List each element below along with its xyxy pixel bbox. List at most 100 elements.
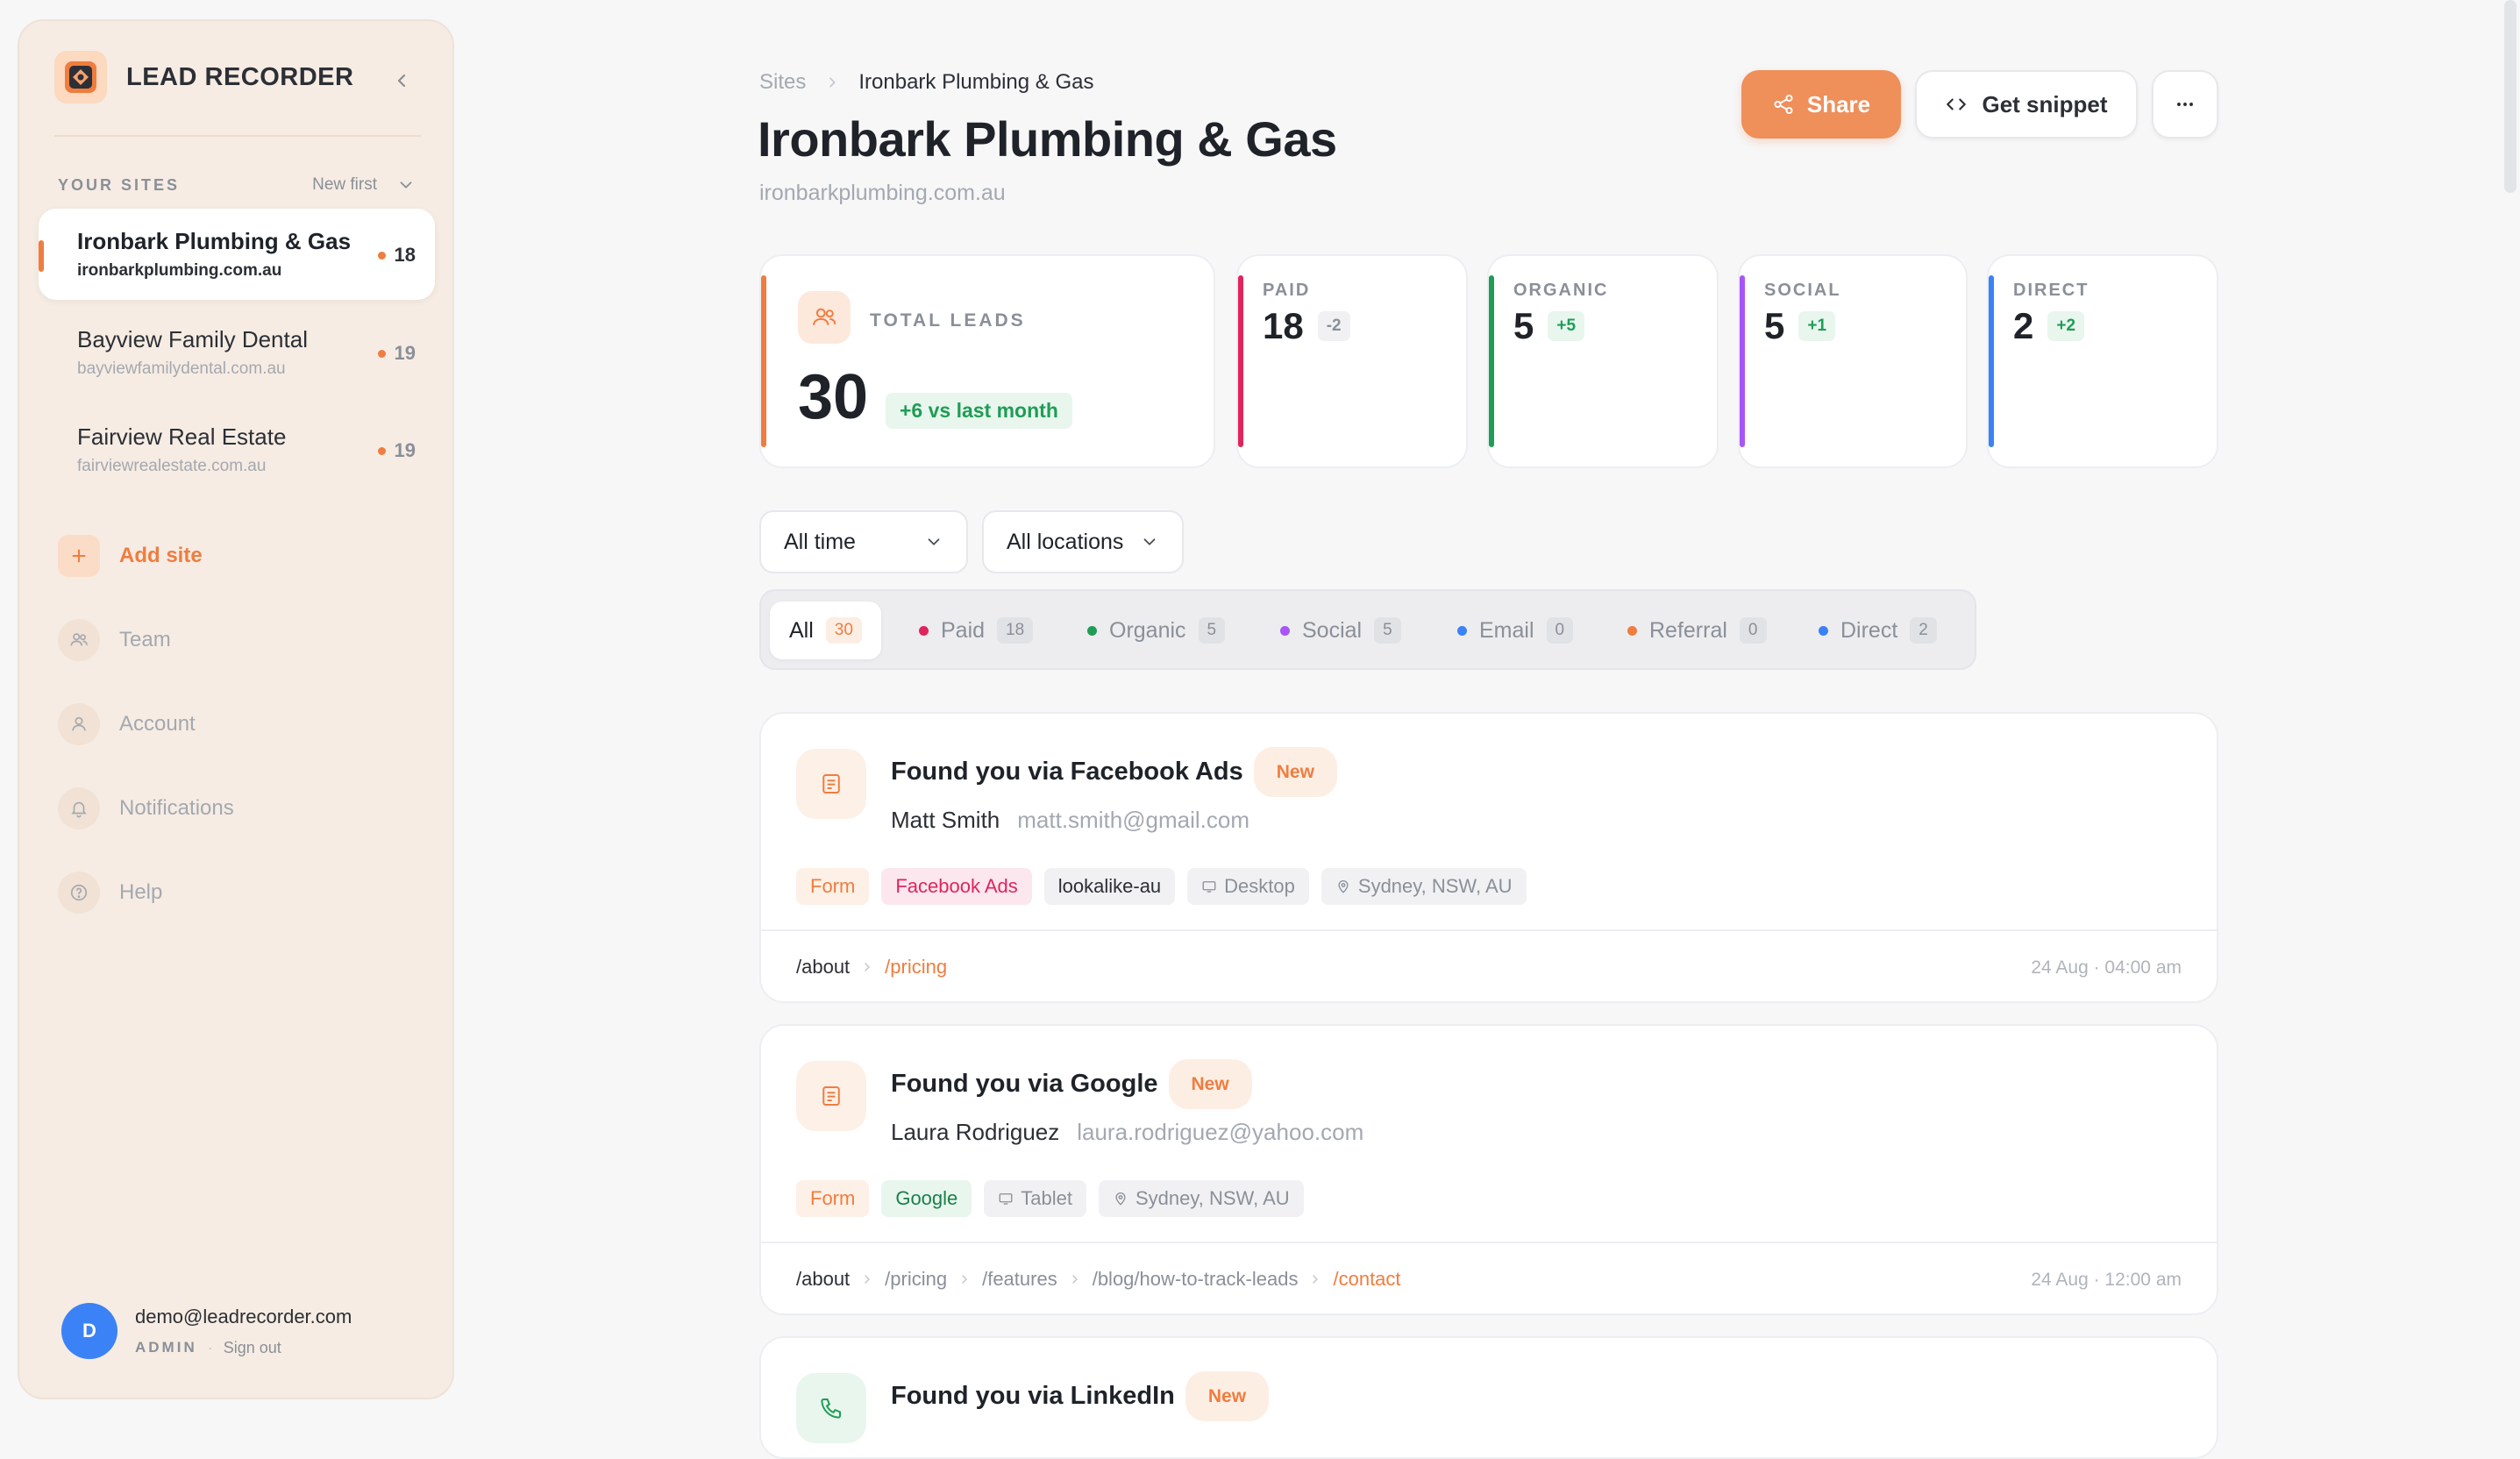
stat-label: SOCIAL — [1764, 281, 1841, 300]
tab-count: 5 — [1374, 617, 1401, 644]
site-item-fairview[interactable]: Fairview Real Estate fairviewrealestate.… — [39, 404, 435, 495]
lead-title-row: Found you via Facebook Ads New — [891, 747, 1337, 797]
avatar[interactable]: D — [61, 1303, 117, 1359]
time-range-select[interactable]: All time — [759, 510, 968, 573]
location-select[interactable]: All locations — [982, 510, 1184, 573]
site-domain: fairviewrealestate.com.au — [77, 457, 267, 475]
lead-contact: Laura Rodriguez laura.rodriguez@yahoo.co… — [891, 1119, 1363, 1146]
stat-value: 5 — [1764, 305, 1785, 346]
card-accent-bar — [1740, 275, 1745, 447]
chevron-right-icon — [1070, 1274, 1080, 1285]
nav-item-notifications[interactable]: Notifications — [58, 787, 234, 829]
sort-label[interactable]: New first — [312, 175, 377, 195]
stat-card-paid[interactable]: PAID 18 -2 — [1236, 254, 1468, 468]
tab-count: 0 — [1739, 617, 1767, 644]
page-path: /about /pricing /features /blog/how-to-t… — [796, 1268, 1401, 1291]
stat-delta: -2 — [1317, 311, 1350, 341]
share-button[interactable]: Share — [1741, 70, 1901, 139]
page-domain: ironbarkplumbing.com.au — [759, 181, 1006, 205]
user-icon — [58, 703, 100, 745]
lead-card[interactable]: Found you via Google New Laura Rodriguez… — [759, 1024, 2218, 1315]
path-segment: /about — [796, 956, 851, 978]
lead-title-row: Found you via LinkedIn New — [891, 1371, 1270, 1421]
new-badge: New — [1185, 1371, 1270, 1421]
monitor-icon — [1202, 881, 1216, 893]
more-options-button[interactable] — [2152, 70, 2218, 139]
stat-value: 18 — [1263, 305, 1304, 346]
tab-label: Paid — [941, 617, 986, 643]
chevron-down-icon — [924, 532, 943, 552]
card-accent-bar — [1489, 275, 1494, 447]
lead-email[interactable]: matt.smith@gmail.com — [1017, 807, 1249, 834]
tab-email[interactable]: Email 0 — [1457, 601, 1574, 659]
snippet-label: Get snippet — [1982, 90, 2108, 117]
tab-direct[interactable]: Direct 2 — [1819, 601, 1937, 659]
stat-card-social[interactable]: SOCIAL 5 +1 — [1738, 254, 1968, 468]
lead-name: Laura Rodriguez — [891, 1119, 1060, 1145]
add-site-button[interactable]: Add site — [58, 535, 203, 577]
stat-value: 2 — [2013, 305, 2034, 346]
tag-location: Sydney, NSW, AU — [1321, 868, 1527, 905]
tab-referral[interactable]: Referral 0 — [1627, 601, 1767, 659]
lead-title: Found you via Google — [891, 1070, 1158, 1098]
tab-paid[interactable]: Paid 18 — [919, 601, 1034, 659]
site-domain: ironbarkplumbing.com.au — [77, 261, 282, 280]
lead-title: Found you via Facebook Ads — [891, 758, 1243, 786]
status-dot — [377, 349, 386, 358]
tag-device: Desktop — [1187, 868, 1309, 905]
path-segment: /contact — [1333, 1268, 1401, 1290]
lead-card[interactable]: Found you via Facebook Ads New Matt Smit… — [759, 712, 2218, 1003]
path-segment: /features — [982, 1268, 1057, 1290]
source-tabs: All 30 Paid 18 Organic 5 Social 5 Email … — [759, 589, 1976, 670]
breadcrumb-current: Ironbark Plumbing & Gas — [858, 70, 1094, 94]
lead-card[interactable]: Found you via LinkedIn New — [759, 1336, 2218, 1459]
lead-email[interactable]: laura.rodriguez@yahoo.com — [1077, 1119, 1363, 1146]
nav-item-team[interactable]: Team — [58, 619, 171, 661]
nav-item-account[interactable]: Account — [58, 703, 196, 745]
tab-label: Email — [1479, 617, 1534, 643]
brand[interactable]: LEAD RECORDER — [54, 51, 353, 103]
stat-card-organic[interactable]: ORGANIC 5 +5 — [1487, 254, 1719, 468]
user-role: ADMIN — [135, 1339, 197, 1356]
lead-tags: Form Google Tablet Sydney, NSW, AU — [796, 1180, 1316, 1217]
site-item-ironbark[interactable]: Ironbark Plumbing & Gas ironbarkplumbing… — [39, 209, 435, 300]
stat-delta: +5 — [1548, 311, 1585, 341]
tag-device: Tablet — [984, 1180, 1086, 1217]
card-accent-bar — [761, 275, 766, 447]
chevron-right-icon — [862, 962, 872, 972]
status-dot — [377, 446, 386, 455]
map-pin-icon — [1338, 880, 1349, 893]
lead-tags: Form Facebook Ads lookalike-au Desktop S… — [796, 868, 1539, 905]
scrollbar[interactable] — [2504, 0, 2516, 193]
total-leads-label: TOTAL LEADS — [870, 310, 1026, 331]
nav-item-help[interactable]: Help — [58, 872, 162, 914]
status-dot — [1280, 625, 1290, 636]
site-item-bayview[interactable]: Bayview Family Dental bayviewfamilydenta… — [39, 307, 435, 398]
collapse-sidebar-icon[interactable] — [391, 70, 412, 91]
stat-row: 2 +2 — [2013, 305, 2085, 347]
tab-label: Social — [1302, 617, 1363, 643]
tab-organic[interactable]: Organic 5 — [1087, 601, 1226, 659]
tag-type: Form — [796, 1180, 870, 1217]
lead-divider — [761, 1242, 2217, 1243]
tag-source: Facebook Ads — [881, 868, 1032, 905]
tab-social[interactable]: Social 5 — [1280, 601, 1401, 659]
tab-all[interactable]: All 30 — [770, 601, 881, 659]
chevron-down-icon[interactable] — [396, 175, 416, 195]
lead-name: Matt Smith — [891, 807, 1000, 833]
breadcrumb-sites[interactable]: Sites — [759, 70, 806, 95]
phone-icon — [796, 1373, 866, 1443]
site-count-value: 18 — [394, 244, 416, 266]
stat-card-direct[interactable]: DIRECT 2 +2 — [1987, 254, 2218, 468]
add-site-label: Add site — [119, 544, 203, 567]
get-snippet-button[interactable]: Get snippet — [1915, 70, 2138, 139]
code-icon — [1947, 98, 1967, 110]
sign-out-link[interactable]: Sign out — [224, 1339, 281, 1357]
device-label: Desktop — [1224, 875, 1295, 897]
stat-label: PAID — [1263, 281, 1311, 300]
form-icon — [796, 749, 866, 819]
location-value: All locations — [1007, 529, 1124, 554]
new-badge: New — [1168, 1059, 1252, 1109]
tab-count: 0 — [1546, 617, 1574, 644]
nav-label-help: Help — [119, 880, 163, 904]
